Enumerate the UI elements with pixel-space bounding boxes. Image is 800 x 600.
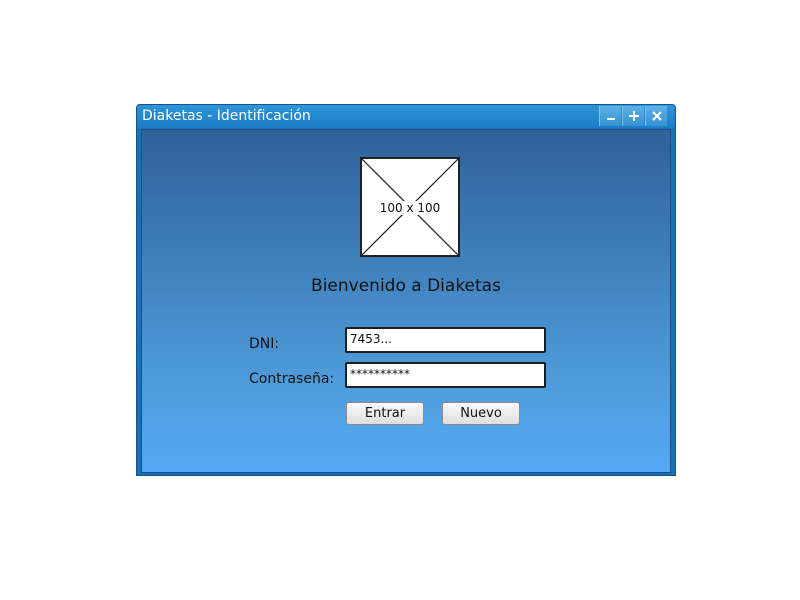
close-button[interactable]	[645, 106, 667, 126]
window-content: 100 x 100 Bienvenido a Diaketas DNI: 745…	[141, 129, 671, 473]
minimize-icon	[607, 118, 615, 120]
password-input[interactable]: **********	[345, 362, 546, 388]
logo-image-placeholder: 100 x 100	[360, 157, 460, 257]
password-label: Contraseña:	[249, 371, 335, 387]
close-icon	[652, 111, 662, 121]
window-title: Diaketas - Identificación	[142, 108, 311, 124]
minimize-button[interactable]	[599, 106, 621, 126]
login-window: Diaketas - Identificación 100 x 100 Bien…	[136, 104, 676, 476]
welcome-heading: Bienvenido a Diaketas	[311, 276, 501, 296]
maximize-icon	[629, 111, 639, 121]
dni-label: DNI:	[249, 336, 280, 352]
dni-input[interactable]: 7453...	[345, 327, 546, 353]
new-button[interactable]: Nuevo	[442, 402, 520, 425]
enter-button[interactable]: Entrar	[346, 402, 424, 425]
image-placeholder-label: 100 x 100	[377, 201, 443, 215]
maximize-button[interactable]	[622, 106, 644, 126]
title-bar[interactable]: Diaketas - Identificación	[137, 105, 675, 128]
